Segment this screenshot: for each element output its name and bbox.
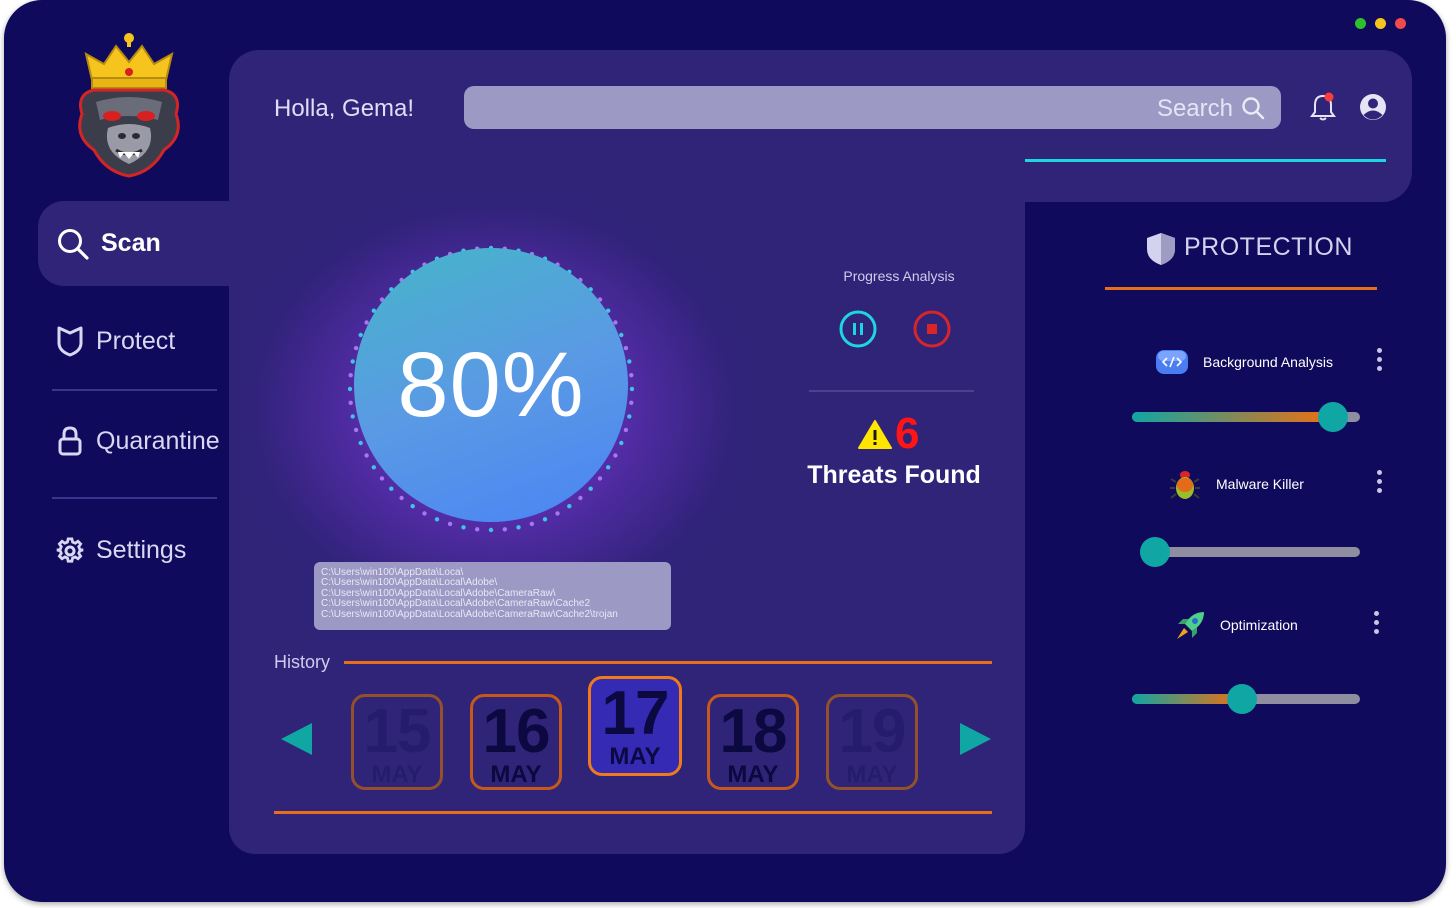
background-analysis-slider[interactable] — [1132, 402, 1360, 432]
history-date[interactable]: 16 MAY — [470, 694, 562, 790]
scan-path-log: C:\Users\win100\AppData\Loca\ C:\Users\w… — [314, 562, 671, 630]
rocket-icon — [1177, 612, 1204, 639]
app-window: Scan Protect Quarantine Settings Holla, … — [4, 0, 1446, 902]
ring-dot — [629, 386, 635, 392]
ring-dot — [529, 521, 535, 527]
date-month: MAY — [609, 743, 661, 770]
divider — [52, 497, 217, 499]
ring-dot — [475, 527, 480, 532]
scan-path: C:\Users\win100\AppData\Local\Adobe\Came… — [321, 608, 618, 620]
sidebar-item-label: Settings — [96, 536, 187, 564]
sidebar-item-protect[interactable]: Protect — [56, 325, 175, 357]
date-day: 16 — [482, 697, 551, 766]
history-label: History — [274, 652, 331, 672]
protection-item-label: Malware Killer — [1216, 476, 1304, 492]
slider-knob[interactable] — [1140, 537, 1170, 567]
crowned-gorilla-logo — [78, 33, 180, 178]
ring-dot — [516, 525, 521, 530]
progress-percent: 80% — [397, 333, 585, 436]
stop-button[interactable] — [913, 310, 951, 348]
ring-dot — [447, 521, 453, 527]
divider — [52, 389, 217, 391]
sidebar-item-settings[interactable]: Settings — [56, 536, 186, 565]
date-day: 15 — [363, 697, 432, 766]
date-month: MAY — [846, 761, 898, 788]
history-date[interactable]: 18 MAY — [707, 694, 799, 790]
history-date[interactable]: 15 MAY — [351, 694, 443, 790]
history-divider — [344, 661, 992, 664]
threat-label: Threats Found — [807, 461, 981, 489]
bell-icon[interactable] — [1310, 92, 1336, 122]
ring-dot — [488, 527, 494, 533]
ring-dot — [629, 373, 634, 378]
ring-dot — [347, 386, 353, 392]
ring-dot — [348, 400, 353, 405]
date-month: MAY — [490, 761, 542, 788]
slider-knob[interactable] — [1318, 402, 1349, 432]
history-divider — [274, 811, 992, 814]
scan-panel: 80% Progress Analysis 6 Threats Found C:… — [229, 150, 1025, 854]
history-date-selected[interactable]: 17 MAY — [588, 676, 682, 776]
malware-killer-slider[interactable] — [1140, 537, 1360, 567]
ring-dot — [348, 373, 353, 378]
date-day: 17 — [601, 679, 670, 748]
sidebar-item-quarantine[interactable]: Quarantine — [57, 425, 220, 457]
more-options-icon[interactable] — [1377, 348, 1383, 375]
slider-fill — [1132, 694, 1243, 704]
previous-arrow-icon[interactable] — [279, 721, 313, 757]
date-day: 19 — [838, 697, 907, 766]
date-month: MAY — [371, 761, 423, 788]
close-button[interactable] — [1395, 18, 1406, 29]
ring-dot — [502, 527, 507, 532]
user-icon[interactable] — [1359, 93, 1387, 121]
ring-dot — [461, 525, 466, 530]
maximize-button[interactable] — [1375, 18, 1386, 29]
shield-icon — [57, 326, 83, 357]
warning-icon — [858, 420, 892, 449]
shield-icon — [1147, 233, 1175, 265]
lock-icon — [58, 426, 82, 456]
search-placeholder: Search — [1156, 95, 1233, 122]
more-options-icon[interactable] — [1374, 611, 1380, 638]
pause-button[interactable] — [839, 310, 877, 348]
ring-dot — [629, 400, 634, 405]
protection-item-label: Optimization — [1220, 617, 1298, 633]
optimization-slider[interactable] — [1132, 684, 1360, 714]
more-options-icon[interactable] — [1377, 470, 1383, 497]
threat-indicator: 6 — [857, 412, 919, 456]
code-icon — [1156, 350, 1188, 374]
window-controls — [1355, 18, 1406, 29]
minimize-button[interactable] — [1355, 18, 1366, 29]
sidebar-item-label: Quarantine — [96, 426, 220, 455]
search-icon — [1242, 97, 1265, 120]
protection-item-label: Background Analysis — [1203, 354, 1333, 370]
history-date[interactable]: 19 MAY — [826, 694, 918, 790]
slider-fill — [1132, 412, 1334, 422]
next-arrow-icon[interactable] — [959, 721, 993, 757]
search-input[interactable]: Search — [464, 86, 1281, 129]
date-day: 18 — [719, 697, 788, 766]
date-month: MAY — [727, 761, 779, 788]
bug-icon — [1170, 471, 1200, 499]
gear-icon — [56, 536, 84, 563]
search-icon — [58, 228, 89, 260]
protection-divider — [1105, 287, 1377, 290]
greeting: Holla, Gema! — [274, 95, 415, 122]
slider-knob[interactable] — [1227, 684, 1258, 714]
sidebar-item-label: Protect — [96, 326, 176, 355]
protection-title: PROTECTION — [1184, 233, 1353, 261]
divider — [809, 390, 974, 392]
progress-title: Progress Analysis — [843, 268, 955, 284]
threat-count: 6 — [895, 409, 920, 458]
sidebar-item-label: Scan — [101, 229, 161, 257]
